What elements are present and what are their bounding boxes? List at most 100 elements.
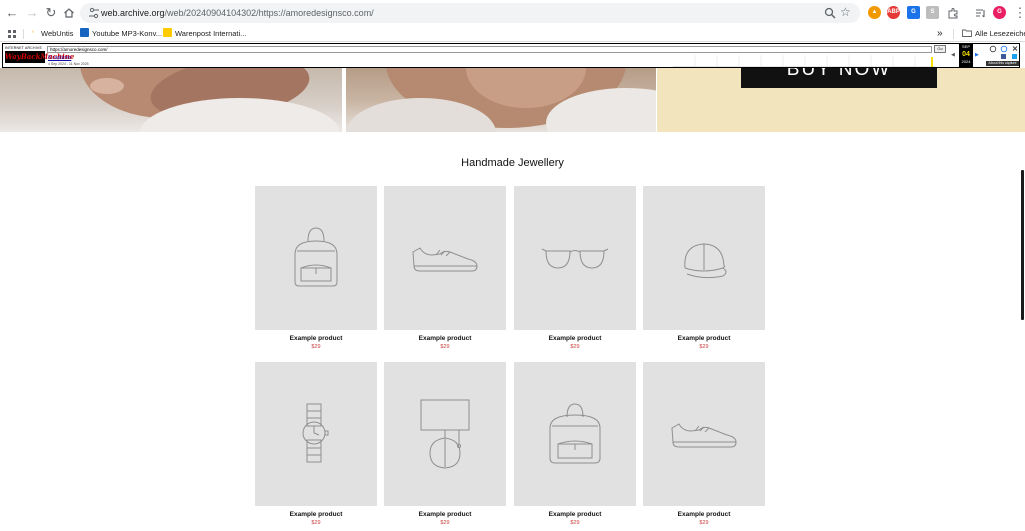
warenpost-icon — [163, 28, 172, 37]
bookmarks-bar: ‘WebUntis Youtube MP3-Konv... Warenpost … — [0, 26, 1025, 42]
product-name[interactable]: Example product — [255, 511, 377, 518]
product-name[interactable]: Example product — [384, 511, 506, 518]
bookmark-label: Warenpost Internati... — [175, 29, 247, 38]
reading-list-icon[interactable] — [973, 5, 989, 21]
product-name[interactable]: Example product — [643, 511, 765, 518]
close-icon[interactable] — [1012, 46, 1018, 51]
reload-icon[interactable]: ↻ — [43, 5, 59, 21]
sunglasses-icon — [541, 248, 609, 269]
wayback-go-button[interactable]: Go — [934, 45, 946, 53]
bookmark-youtube-mp3[interactable]: Youtube MP3-Konv... — [80, 27, 162, 40]
account-icon[interactable] — [989, 45, 997, 53]
bookmark-warenpost[interactable]: Warenpost Internati... — [163, 27, 246, 40]
product-card[interactable]: Example product $29 — [514, 362, 636, 526]
profile-avatar[interactable]: G — [993, 6, 1006, 19]
twitter-icon[interactable] — [1012, 54, 1017, 59]
prev-capture-arrow-icon[interactable]: ◀ — [951, 52, 955, 58]
product-name[interactable]: Example product — [514, 511, 636, 518]
backpack-icon — [549, 403, 601, 464]
wayback-toolbar: INTERNET ARCHIVE WayBackMachine https://… — [2, 43, 1020, 68]
product-card[interactable]: Example product $29 — [255, 362, 377, 526]
page-scrollbar[interactable] — [1021, 170, 1024, 320]
help-icon[interactable] — [1000, 45, 1008, 53]
all-bookmarks-label: Alle Lesezeichen — [975, 29, 1025, 38]
backpack-icon — [294, 227, 338, 287]
captures-link[interactable]: 8 captures — [48, 55, 71, 61]
capture-year: 2024 — [961, 59, 971, 64]
product-price: $29 — [440, 344, 450, 350]
section-title: Handmade Jewellery — [461, 157, 564, 169]
internet-archive-text: INTERNET ARCHIVE — [5, 46, 42, 50]
bookmark-star-icon[interactable]: ☆ — [840, 5, 854, 19]
sneaker-icon — [671, 423, 737, 448]
hero-image-hands — [0, 68, 342, 132]
buy-now-label: BUY NOW — [786, 68, 892, 80]
product-card[interactable]: Example product $29 — [384, 362, 506, 526]
home-icon[interactable] — [61, 5, 77, 21]
address-bar[interactable]: web.archive.org/web/20240904104302/https… — [80, 3, 860, 23]
product-card[interactable]: Example product $29 — [255, 186, 377, 350]
url-text[interactable]: web.archive.org/web/20240904104302/https… — [101, 6, 374, 20]
product-card[interactable]: Example product $29 — [384, 186, 506, 350]
capture-date: SEP 04 2024 — [959, 44, 973, 67]
product-name[interactable]: Example product — [384, 335, 506, 342]
wayback-machine-wordmark: WayBackMachine — [5, 51, 75, 63]
translate-icon[interactable]: G — [907, 6, 920, 19]
product-image[interactable] — [384, 362, 506, 506]
hero-image-shoulder — [346, 68, 656, 132]
product-name[interactable]: Example product — [255, 335, 377, 342]
product-card[interactable]: Example product $29 — [514, 186, 636, 350]
about-capture-button[interactable]: About this capture — [986, 61, 1019, 66]
next-capture-arrow-icon[interactable]: ▶ — [975, 52, 979, 58]
bookmarks-divider — [953, 29, 954, 39]
menu-kebab-icon[interactable]: ⋮ — [1012, 5, 1025, 21]
extensions-puzzle-icon[interactable] — [945, 5, 961, 21]
wayback-logo[interactable]: INTERNET ARCHIVE WayBackMachine — [5, 46, 75, 66]
webuntis-icon: ‘ — [32, 30, 38, 39]
zoom-icon[interactable] — [823, 6, 837, 20]
product-name[interactable]: Example product — [514, 335, 636, 342]
sneaker-icon — [412, 247, 478, 272]
watch-icon — [302, 403, 329, 463]
product-price: $29 — [570, 344, 580, 350]
product-price: $29 — [311, 344, 321, 350]
hero-banner: BUY NOW — [657, 68, 1025, 132]
more-bookmarks-chevron-icon[interactable]: » — [937, 27, 943, 40]
browser-toolbar: ← → ↻ web.archive.org/web/20240904104302… — [0, 0, 1025, 26]
url-host: web.archive.org — [101, 8, 165, 18]
product-card[interactable]: Example product $29 — [643, 362, 765, 526]
product-image[interactable] — [384, 186, 506, 330]
extension-icon-2[interactable]: S — [926, 6, 939, 19]
product-image[interactable] — [514, 186, 636, 330]
capture-sparkline[interactable] — [673, 55, 935, 67]
apps-grid-icon[interactable] — [4, 26, 20, 42]
product-image[interactable] — [255, 362, 377, 506]
forward-icon[interactable]: → — [24, 5, 40, 21]
folder-icon — [962, 29, 972, 37]
cap-icon — [684, 243, 727, 279]
adblock-icon[interactable]: ABP — [887, 6, 900, 19]
facebook-icon[interactable] — [1001, 54, 1006, 59]
extension-icon-1[interactable]: ▲ — [868, 6, 881, 19]
product-price: $29 — [699, 344, 709, 350]
capture-day: 04 — [962, 51, 970, 58]
product-image[interactable] — [514, 362, 636, 506]
buy-now-button[interactable]: BUY NOW — [741, 68, 937, 88]
product-image[interactable] — [643, 362, 765, 506]
product-price: $29 — [570, 520, 580, 526]
product-image[interactable] — [643, 186, 765, 330]
bookmark-label: WebUntis — [41, 29, 74, 38]
product-price: $29 — [311, 520, 321, 526]
product-card[interactable]: Example product $29 — [643, 186, 765, 350]
product-image[interactable] — [255, 186, 377, 330]
capture-range: 4 Sep 2024 - 11 Nov 2025 — [48, 62, 89, 66]
product-price: $29 — [699, 520, 709, 526]
site-info-icon[interactable] — [88, 6, 100, 20]
product-name[interactable]: Example product — [643, 335, 765, 342]
all-bookmarks-folder[interactable]: Alle Lesezeichen — [962, 27, 1025, 40]
bookmarks-divider — [23, 29, 24, 39]
product-price: $29 — [440, 520, 450, 526]
wayback-url-input[interactable]: https://amoredesignsco.com/ — [47, 46, 932, 53]
back-icon[interactable]: ← — [4, 5, 20, 21]
bookmark-webuntis[interactable]: ‘WebUntis — [32, 27, 73, 40]
